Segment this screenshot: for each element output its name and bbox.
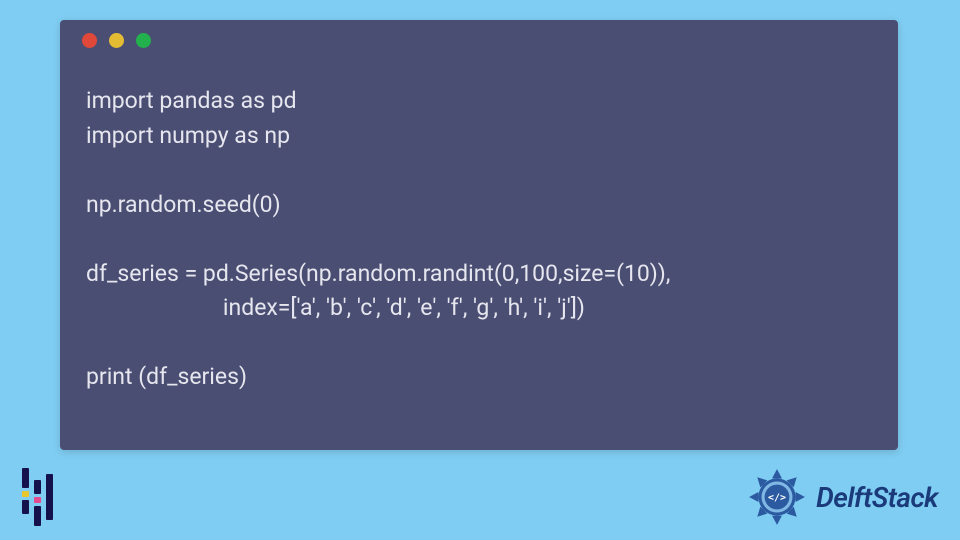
window-close-dot[interactable] [82, 33, 97, 48]
window-maximize-dot[interactable] [136, 33, 151, 48]
code-line: index=['a', 'b', 'c', 'd', 'e', 'f', 'g'… [86, 294, 585, 321]
delftstack-brand: </> DelftStack [746, 466, 938, 528]
window-titlebar [60, 20, 898, 60]
code-line: print (df_series) [86, 363, 247, 390]
code-line: import pandas as pd [86, 87, 297, 114]
svg-text:</>: </> [768, 493, 786, 504]
brand-name: DelftStack [816, 481, 938, 514]
code-line: np.random.seed(0) [86, 191, 281, 218]
delftstack-badge-icon: </> [746, 466, 808, 528]
footer: </> DelftStack [0, 460, 960, 540]
code-body: import pandas as pd import numpy as np n… [60, 60, 898, 395]
window-minimize-dot[interactable] [109, 33, 124, 48]
code-window: import pandas as pd import numpy as np n… [60, 20, 898, 450]
pandas-logo-icon [22, 474, 53, 520]
code-line: df_series = pd.Series(np.random.randint(… [86, 260, 670, 287]
code-line: import numpy as np [86, 122, 290, 149]
